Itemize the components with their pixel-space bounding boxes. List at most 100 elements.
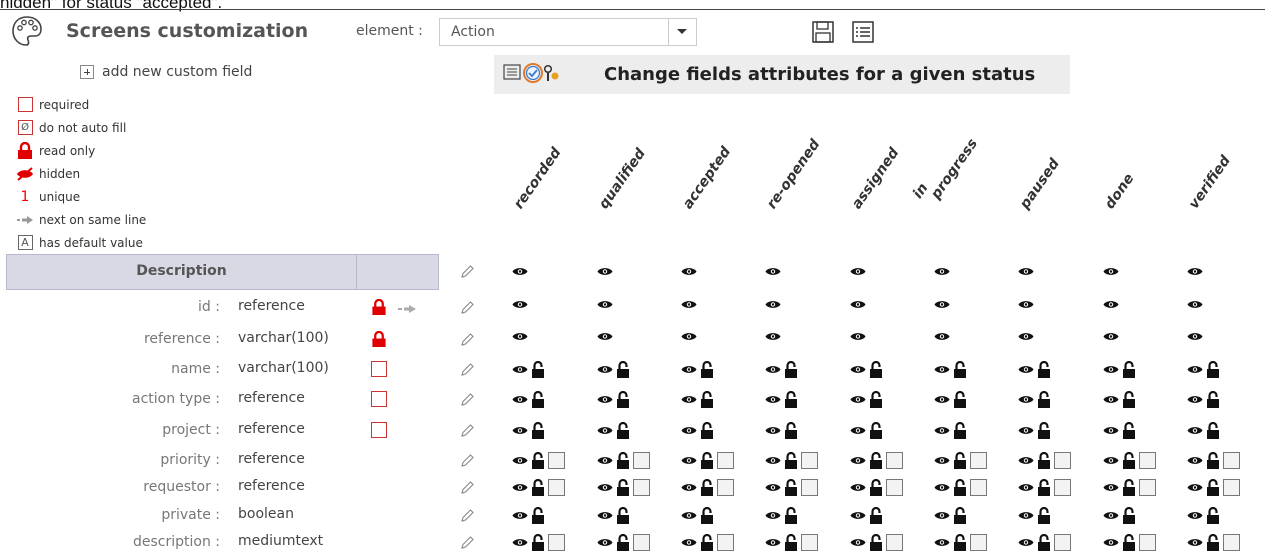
eye-icon[interactable] bbox=[850, 425, 866, 436]
unlock-icon[interactable] bbox=[869, 361, 883, 378]
pencil-icon[interactable] bbox=[459, 300, 475, 316]
status-attribute-cell[interactable] bbox=[512, 479, 565, 496]
unlock-icon[interactable] bbox=[1122, 391, 1136, 408]
eye-icon[interactable] bbox=[512, 455, 528, 466]
unlock-icon[interactable] bbox=[953, 391, 967, 408]
unlock-icon[interactable] bbox=[1037, 479, 1051, 496]
eye-icon[interactable] bbox=[681, 455, 697, 466]
status-attribute-cell[interactable] bbox=[512, 391, 545, 408]
eye-icon[interactable] bbox=[934, 537, 950, 548]
status-attribute-cell[interactable] bbox=[1103, 534, 1156, 551]
unlock-icon[interactable] bbox=[869, 479, 883, 496]
unlock-icon[interactable] bbox=[784, 534, 798, 551]
header-visibility-cell[interactable] bbox=[1018, 266, 1034, 277]
status-attribute-cell[interactable] bbox=[1018, 391, 1051, 408]
default-value-box[interactable] bbox=[633, 534, 650, 551]
header-visibility-cell[interactable] bbox=[765, 266, 781, 277]
status-attribute-cell[interactable] bbox=[934, 452, 987, 469]
default-value-box[interactable] bbox=[1139, 479, 1156, 496]
eye-icon[interactable] bbox=[1103, 455, 1119, 466]
status-attribute-cell[interactable] bbox=[681, 479, 734, 496]
unlock-icon[interactable] bbox=[531, 391, 545, 408]
default-value-box[interactable] bbox=[548, 534, 565, 551]
next-arrow-icon[interactable] bbox=[397, 303, 417, 315]
default-value-box[interactable] bbox=[801, 479, 818, 496]
pencil-icon[interactable] bbox=[459, 535, 475, 551]
status-attribute-cell[interactable] bbox=[850, 534, 903, 551]
eye-icon[interactable] bbox=[597, 394, 613, 405]
status-attribute-cell[interactable] bbox=[934, 534, 987, 551]
unlock-icon[interactable] bbox=[1122, 479, 1136, 496]
eye-icon[interactable] bbox=[765, 455, 781, 466]
eye-icon[interactable] bbox=[512, 364, 528, 375]
eye-icon[interactable] bbox=[681, 394, 697, 405]
status-attribute-cell[interactable] bbox=[1103, 299, 1119, 310]
eye-icon[interactable] bbox=[1018, 425, 1034, 436]
status-attribute-cell[interactable] bbox=[765, 391, 798, 408]
status-attribute-cell[interactable] bbox=[850, 391, 883, 408]
eye-icon[interactable] bbox=[1018, 364, 1034, 375]
eye-icon[interactable] bbox=[765, 482, 781, 493]
eye-icon[interactable] bbox=[1187, 510, 1203, 521]
status-attribute-cell[interactable] bbox=[512, 331, 528, 342]
unlock-icon[interactable] bbox=[616, 361, 630, 378]
status-attribute-cell[interactable] bbox=[1187, 507, 1220, 524]
unlock-icon[interactable] bbox=[700, 479, 714, 496]
eye-icon[interactable] bbox=[1018, 482, 1034, 493]
status-attribute-cell[interactable] bbox=[597, 391, 630, 408]
default-value-box[interactable] bbox=[1139, 452, 1156, 469]
eye-icon[interactable] bbox=[934, 266, 950, 277]
unlock-icon[interactable] bbox=[700, 391, 714, 408]
eye-icon[interactable] bbox=[765, 537, 781, 548]
status-attribute-cell[interactable] bbox=[512, 422, 545, 439]
eye-icon[interactable] bbox=[512, 394, 528, 405]
header-visibility-cell[interactable] bbox=[1103, 266, 1119, 277]
status-attribute-cell[interactable] bbox=[512, 361, 545, 378]
eye-icon[interactable] bbox=[512, 537, 528, 548]
status-attribute-cell[interactable] bbox=[1018, 534, 1071, 551]
status-attribute-cell[interactable] bbox=[850, 479, 903, 496]
unlock-icon[interactable] bbox=[616, 391, 630, 408]
eye-icon[interactable] bbox=[1103, 482, 1119, 493]
pencil-icon[interactable] bbox=[459, 480, 475, 496]
eye-icon[interactable] bbox=[850, 331, 866, 342]
status-attribute-cell[interactable] bbox=[1018, 422, 1051, 439]
eye-icon[interactable] bbox=[850, 299, 866, 310]
eye-icon[interactable] bbox=[850, 266, 866, 277]
read-only-lock-icon[interactable] bbox=[371, 299, 387, 315]
status-attribute-cell[interactable] bbox=[765, 534, 818, 551]
eye-icon[interactable] bbox=[850, 394, 866, 405]
unlock-icon[interactable] bbox=[1037, 534, 1051, 551]
unlock-icon[interactable] bbox=[531, 422, 545, 439]
default-value-box[interactable] bbox=[801, 452, 818, 469]
unlock-icon[interactable] bbox=[616, 534, 630, 551]
eye-icon[interactable] bbox=[1187, 482, 1203, 493]
eye-icon[interactable] bbox=[512, 482, 528, 493]
unlock-icon[interactable] bbox=[953, 361, 967, 378]
eye-icon[interactable] bbox=[765, 510, 781, 521]
eye-icon[interactable] bbox=[1187, 364, 1203, 375]
default-value-box[interactable] bbox=[1139, 534, 1156, 551]
eye-icon[interactable] bbox=[934, 482, 950, 493]
status-workflow-icon[interactable] bbox=[502, 61, 566, 87]
unlock-icon[interactable] bbox=[784, 479, 798, 496]
eye-icon[interactable] bbox=[1018, 331, 1034, 342]
eye-icon[interactable] bbox=[1018, 266, 1034, 277]
unlock-icon[interactable] bbox=[953, 534, 967, 551]
eye-icon[interactable] bbox=[681, 510, 697, 521]
default-value-box[interactable] bbox=[886, 452, 903, 469]
eye-icon[interactable] bbox=[1103, 266, 1119, 277]
eye-icon[interactable] bbox=[1187, 331, 1203, 342]
default-value-box[interactable] bbox=[1054, 479, 1071, 496]
status-attribute-cell[interactable] bbox=[765, 452, 818, 469]
eye-icon[interactable] bbox=[597, 510, 613, 521]
eye-icon[interactable] bbox=[681, 537, 697, 548]
status-attribute-cell[interactable] bbox=[850, 422, 883, 439]
unlock-icon[interactable] bbox=[953, 452, 967, 469]
status-attribute-cell[interactable] bbox=[1018, 331, 1034, 342]
default-value-box[interactable] bbox=[886, 534, 903, 551]
unlock-icon[interactable] bbox=[869, 534, 883, 551]
status-attribute-cell[interactable] bbox=[1103, 507, 1136, 524]
eye-icon[interactable] bbox=[1187, 455, 1203, 466]
default-value-box[interactable] bbox=[548, 479, 565, 496]
